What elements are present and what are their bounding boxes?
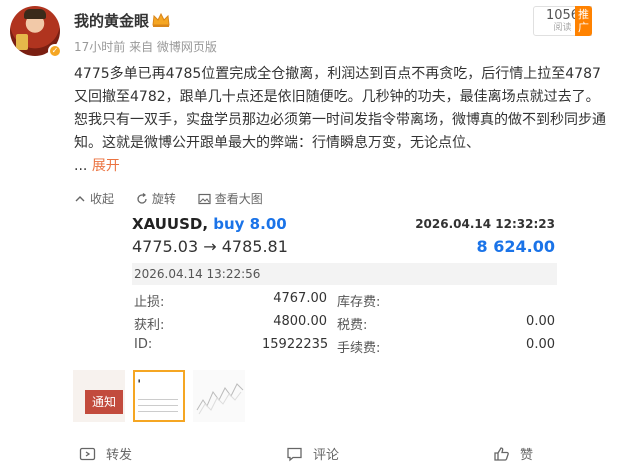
like-button[interactable]: 赞 xyxy=(493,444,533,463)
view-large-button[interactable]: 查看大图 xyxy=(198,190,263,207)
thumbnail-line xyxy=(138,411,178,412)
rotate-label: 旋转 xyxy=(151,192,176,206)
row-value-2: 0.00 xyxy=(526,337,555,352)
trade-image[interactable]: XAUUSD, buy 8.00 2026.04.14 12:32:23 477… xyxy=(121,210,569,367)
trade-row-takeprofit: 获利: 4800.00 税费: 0.00 xyxy=(132,314,557,334)
thumbnail-1[interactable]: 通知 xyxy=(73,370,125,422)
row-key: ID: xyxy=(134,337,153,352)
thumbnail-line xyxy=(138,399,178,400)
collapse-button[interactable]: 收起 xyxy=(74,190,114,207)
row-key-2: 税费: xyxy=(337,318,368,333)
push-button[interactable]: 推广 xyxy=(575,6,592,36)
trade-side: buy 8.00 xyxy=(213,215,287,233)
row-key-2: 手续费: xyxy=(337,341,381,356)
like-label: 赞 xyxy=(520,448,534,463)
trade-symbol-line: XAUUSD, buy 8.00 xyxy=(132,215,287,233)
trade-close-time: 2026.04.14 13:22:56 xyxy=(132,263,557,285)
thumbnail-chart-icon xyxy=(196,383,244,415)
rotate-button[interactable]: 旋转 xyxy=(136,190,176,207)
row-key: 止损: xyxy=(134,295,165,310)
thumbnail-line: ▮ xyxy=(138,378,141,383)
row-key-2: 库存费: xyxy=(337,295,381,310)
row-value: 4800.00 xyxy=(273,314,327,329)
image-toolbar: 收起 旋转 查看大图 xyxy=(74,190,281,208)
row-key: 获利: xyxy=(134,318,165,333)
thumbs-up-icon xyxy=(494,446,509,461)
verified-badge-icon: ✓ xyxy=(48,44,62,58)
post-source: 来自 微博网页版 xyxy=(129,40,217,54)
post-meta: 17小时前 来自 微博网页版 xyxy=(74,38,217,55)
comment-button[interactable]: 评论 xyxy=(286,444,339,463)
rotate-icon xyxy=(137,192,147,204)
collapse-label: 收起 xyxy=(90,192,115,206)
image-icon xyxy=(198,193,211,204)
row-value: 15922235 xyxy=(262,337,329,352)
collapse-icon xyxy=(75,195,85,201)
repost-icon xyxy=(79,447,96,460)
action-bar: 转发 评论 赞 xyxy=(0,434,623,471)
post-time[interactable]: 17小时前 xyxy=(74,40,125,54)
row-value: 4767.00 xyxy=(273,291,327,306)
avatar-cap-shape xyxy=(24,9,46,19)
thumbnail-2-selected[interactable]: ▮ xyxy=(133,370,185,422)
trade-symbol: XAUUSD, xyxy=(132,215,209,233)
trade-row-id: ID: 15922235 手续费: 0.00 xyxy=(132,337,557,357)
comment-label: 评论 xyxy=(313,448,340,463)
expand-link[interactable]: 展开 xyxy=(92,158,120,174)
view-large-label: 查看大图 xyxy=(214,192,263,206)
repost-label: 转发 xyxy=(106,448,133,463)
trade-profit: 8 624.00 xyxy=(476,237,555,256)
trade-price-move: 4775.03 → 4785.81 xyxy=(132,237,288,256)
post-ellipsis: ... xyxy=(74,158,92,174)
repost-button[interactable]: 转发 xyxy=(79,444,132,463)
row-value-2: 0.00 xyxy=(526,314,555,329)
post-content: 4775多单已再4785位置完成全仓撤离，利润达到百点不再贪吃，后行情上拉至47… xyxy=(74,63,609,178)
user-name[interactable]: 我的黄金眼 xyxy=(74,10,149,31)
trade-row-stoploss: 止损: 4767.00 库存费: xyxy=(132,291,557,311)
post-text: 4775多单已再4785位置完成全仓撤离，利润达到百点不再贪吃，后行情上拉至47… xyxy=(74,66,606,151)
thumbnail-line xyxy=(138,405,178,406)
thumbnail-3[interactable] xyxy=(193,370,245,422)
trade-open-time: 2026.04.14 12:32:23 xyxy=(415,217,555,231)
notice-label: 通知 xyxy=(85,390,123,414)
comment-icon xyxy=(287,447,302,461)
crown-icon xyxy=(152,12,170,27)
avatar-gold-shape xyxy=(16,34,28,50)
